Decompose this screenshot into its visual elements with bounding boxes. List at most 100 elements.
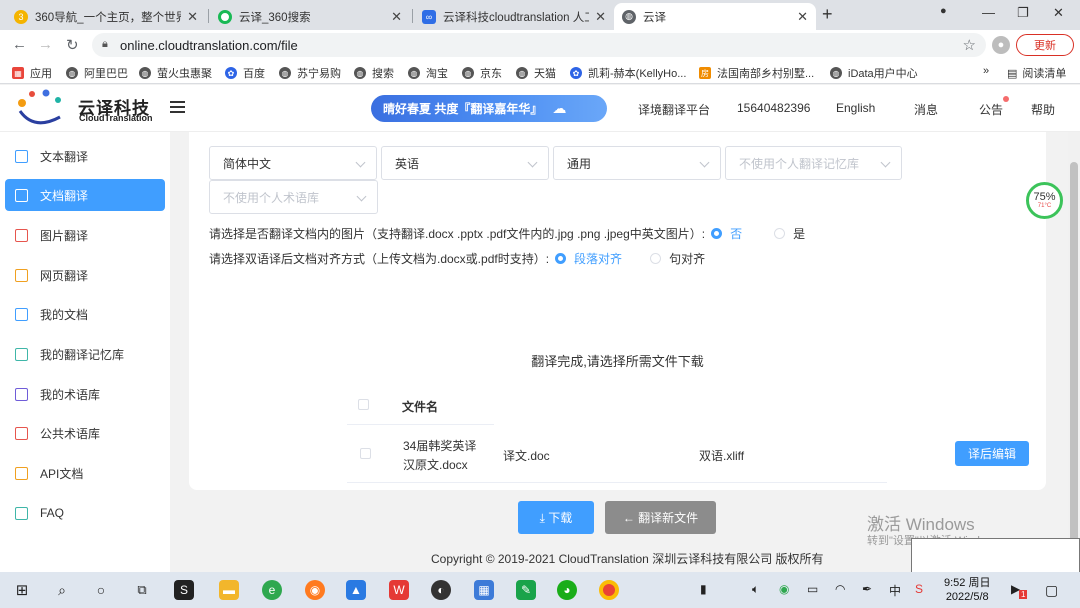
- sidebar-item-my-documents[interactable]: 我的文档: [5, 298, 165, 330]
- task-view-icon[interactable]: ⧉: [132, 580, 152, 600]
- app-s-icon[interactable]: S: [174, 580, 194, 600]
- 360-browser-icon[interactable]: e: [262, 580, 282, 600]
- volume-tray-icon[interactable]: 🔈︎: [752, 582, 759, 597]
- new-tab-plus-icon[interactable]: +: [822, 4, 833, 25]
- network-tray-icon[interactable]: ▮: [700, 582, 707, 596]
- close-icon[interactable]: ✕: [187, 9, 198, 25]
- photos-icon[interactable]: ▲: [346, 580, 366, 600]
- sidebar-item-web-translation[interactable]: 网页翻译: [5, 259, 165, 291]
- bookmark-apps[interactable]: ▦ 应用: [12, 65, 52, 81]
- search-icon[interactable]: ⌕: [52, 580, 72, 600]
- update-button[interactable]: 更新: [1016, 34, 1074, 56]
- browser-tab-active[interactable]: ◍ 云译 ✕: [614, 3, 816, 30]
- tab-search-icon[interactable]: ●: [940, 5, 947, 17]
- bookmarks-overflow-icon[interactable]: »: [983, 65, 989, 77]
- nav-help[interactable]: 帮助: [1031, 101, 1055, 118]
- reading-list[interactable]: ▤ 阅读清单: [1007, 65, 1066, 81]
- url-text[interactable]: online.cloudtranslation.com/file: [120, 38, 298, 53]
- termbase-select[interactable]: 不使用个人术语库: [209, 180, 378, 214]
- source-language-select[interactable]: 简体中文: [209, 146, 377, 180]
- file-explorer-icon[interactable]: ▬: [219, 580, 239, 600]
- close-icon[interactable]: ✕: [797, 9, 808, 25]
- bookmark-tmall[interactable]: ◍ 天猫: [516, 65, 556, 81]
- bookmark-search[interactable]: ◍ 搜索: [354, 65, 394, 81]
- sidebar-item-image-translation[interactable]: 图片翻译: [5, 219, 165, 251]
- notes-icon[interactable]: ✎: [516, 580, 536, 600]
- bookmark-alibaba[interactable]: ◍ 阿里巴巴: [66, 65, 128, 81]
- bookmark-kelly[interactable]: ✿ 凯莉-赫本(KellyHo...: [570, 65, 686, 81]
- bookmark-idata[interactable]: ◍ iData用户中心: [830, 65, 918, 81]
- system-clock[interactable]: 9:52 周日 2022/5/8: [944, 576, 990, 604]
- promo-banner[interactable]: 晴好春夏 共度『翻译嘉年华』 ☁: [371, 95, 607, 122]
- windows-start-icon[interactable]: ⊞: [12, 580, 32, 600]
- menu-toggle-icon[interactable]: [170, 101, 185, 113]
- restore-icon[interactable]: ❐: [1017, 5, 1029, 21]
- security-tray-icon[interactable]: ◉: [779, 582, 789, 596]
- bookmark-suning[interactable]: ◍ 苏宁易购: [279, 65, 341, 81]
- bilingual-file-link[interactable]: 双语.xliff: [699, 447, 744, 464]
- bookmark-taobao[interactable]: ◍ 淘宝: [408, 65, 448, 81]
- target-language-select[interactable]: 英语: [381, 146, 549, 180]
- back-arrow-icon[interactable]: ←: [12, 36, 27, 53]
- battery-tray-icon[interactable]: ▭: [807, 582, 818, 596]
- close-icon[interactable]: ✕: [391, 9, 402, 25]
- profile-avatar-icon[interactable]: ●: [992, 36, 1010, 54]
- post-edit-button[interactable]: 译后编辑: [955, 441, 1029, 466]
- sentence-align-radio[interactable]: 句对齐: [650, 250, 705, 267]
- browser-tab-search[interactable]: 云译_360搜索 ✕: [210, 3, 410, 30]
- translated-file-link[interactable]: 译文.doc: [503, 447, 550, 464]
- sidebar-item-my-termbase[interactable]: 我的术语库: [5, 378, 165, 410]
- bookmark-baidu[interactable]: ✿ 百度: [225, 65, 265, 81]
- minimize-icon[interactable]: —: [982, 5, 995, 20]
- sidebar-item-document-translation[interactable]: 文档翻译: [5, 179, 165, 211]
- nav-language-english[interactable]: English: [836, 101, 875, 115]
- nav-announcements[interactable]: 公告: [979, 101, 1003, 118]
- input-method-indicator[interactable]: 中: [889, 582, 901, 599]
- action-center-icon[interactable]: ▢: [1045, 582, 1058, 599]
- nav-user-phone[interactable]: 15640482396: [737, 101, 810, 115]
- image-yes-radio[interactable]: 是: [774, 225, 805, 242]
- chrome-icon[interactable]: [599, 580, 619, 600]
- original-file-name[interactable]: 34届韩奖英译: [403, 437, 476, 454]
- firefox-icon[interactable]: ◉: [305, 580, 325, 600]
- translate-new-file-button[interactable]: ← 翻译新文件: [605, 501, 716, 534]
- paragraph-align-radio[interactable]: 段落对齐: [555, 250, 622, 267]
- browser-tab-360nav[interactable]: 3 360导航_一个主页，整个世界 ✕: [6, 3, 206, 30]
- row-checkbox[interactable]: [360, 448, 371, 459]
- nav-messages[interactable]: 消息: [914, 101, 938, 118]
- sogou-tray-icon[interactable]: S: [915, 582, 923, 596]
- wps-icon[interactable]: W: [389, 580, 409, 600]
- archive-icon[interactable]: ▦: [474, 580, 494, 600]
- reload-icon[interactable]: ↻: [66, 36, 79, 54]
- domain-select[interactable]: 通用: [553, 146, 721, 180]
- cortana-icon[interactable]: ○: [91, 580, 111, 600]
- nav-yijing-platform[interactable]: 译境翻译平台: [638, 101, 710, 118]
- download-button[interactable]: ⤓ 下载: [518, 501, 594, 534]
- scrollbar-thumb[interactable]: [1070, 162, 1078, 552]
- forward-arrow-icon[interactable]: →: [38, 36, 53, 53]
- sidebar-item-api-docs[interactable]: API文档: [5, 457, 165, 489]
- game-icon[interactable]: ◐: [431, 580, 451, 600]
- window-preview-thumbnail[interactable]: [911, 538, 1080, 574]
- window-close-icon[interactable]: ✕: [1053, 5, 1064, 21]
- performance-gauge[interactable]: 75% 71°C: [1026, 182, 1063, 219]
- select-all-checkbox[interactable]: [358, 399, 369, 410]
- memory-select[interactable]: 不使用个人翻译记忆库: [725, 146, 902, 180]
- wifi-tray-icon[interactable]: ◠: [835, 582, 845, 596]
- image-no-radio[interactable]: 否: [711, 225, 742, 242]
- sidebar-item-faq[interactable]: FAQ: [5, 497, 165, 529]
- bookmark-firefly[interactable]: ◍ 萤火虫惠聚: [139, 65, 212, 81]
- wechat-icon[interactable]: ◕: [557, 580, 577, 600]
- sidebar-item-translation-memory[interactable]: 我的翻译记忆库: [5, 338, 165, 370]
- bookmark-star-icon[interactable]: ☆: [963, 36, 976, 54]
- page-scrollbar[interactable]: [1068, 132, 1080, 572]
- close-icon[interactable]: ✕: [595, 9, 606, 25]
- address-bar[interactable]: 🔒︎ online.cloudtranslation.com/file ☆: [92, 33, 986, 57]
- sidebar-item-text-translation[interactable]: 文本翻译: [5, 140, 165, 172]
- bookmark-villa[interactable]: 房法国南部乡村别墅...: [699, 65, 814, 81]
- pen-tray-icon[interactable]: ✒: [862, 582, 872, 596]
- bookmark-jd[interactable]: ◍ 京东: [462, 65, 502, 81]
- original-file-name-ext[interactable]: 汉原文.docx: [403, 456, 468, 473]
- browser-tab-cloudtranslation[interactable]: ∞ 云译科技cloudtranslation 人工智 ✕: [414, 3, 614, 30]
- sidebar-item-public-termbase[interactable]: 公共术语库: [5, 417, 165, 449]
